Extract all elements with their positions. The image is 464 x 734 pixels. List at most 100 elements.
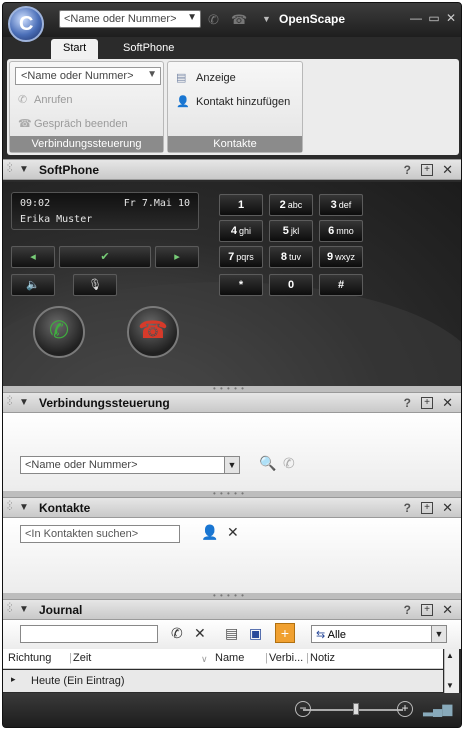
answer-call-button[interactable]: ✆: [33, 306, 85, 358]
close-panel-icon[interactable]: ✕: [442, 602, 453, 618]
journal-scrollbar[interactable]: ▲ ▼: [444, 649, 459, 693]
add-contact-button[interactable]: 👤 Kontakt hinzufügen: [176, 95, 290, 108]
softphone-panel: 09:02 Fr 7.Mai 10 Erika Muster ◂ ✔ ▸ 🔈 🎙…: [3, 182, 461, 482]
scroll-up-icon[interactable]: ▲: [446, 651, 454, 660]
keypad-key[interactable]: 6 mno: [319, 220, 363, 242]
end-call-button[interactable]: ☎ Gespräch beenden: [18, 117, 128, 130]
add-entry-icon[interactable]: +: [275, 623, 295, 643]
help-icon[interactable]: ?: [404, 163, 411, 177]
keypad-key[interactable]: 8 tuv: [269, 246, 313, 268]
red-handset-icon: ☎: [138, 317, 168, 344]
close-panel-icon[interactable]: ✕: [442, 500, 453, 516]
end-call-big-button[interactable]: ☎: [127, 306, 179, 358]
nav-right-button[interactable]: ▸: [155, 246, 199, 268]
chevron-down-icon[interactable]: ▼: [187, 12, 197, 23]
speaker-button[interactable]: 🔈: [11, 274, 55, 296]
zoom-in-button[interactable]: +: [397, 701, 413, 717]
collapse-icon[interactable]: ▼: [19, 502, 29, 513]
arrow-right-icon: ▸: [174, 251, 180, 263]
drag-grip-icon[interactable]: ⁘ ⁘: [6, 601, 14, 615]
keypad-key[interactable]: 2 abc: [269, 194, 313, 216]
sort-chevron-icon[interactable]: ∨: [201, 654, 208, 665]
journal-search-input[interactable]: [20, 625, 158, 643]
keypad-key[interactable]: 3 def: [319, 194, 363, 216]
call-icon[interactable]: ✆: [283, 455, 295, 472]
call-icon[interactable]: ✆: [171, 625, 183, 642]
zoom-out-button[interactable]: −: [295, 701, 311, 717]
maximize-panel-icon[interactable]: +: [421, 502, 433, 514]
column-divider: |: [69, 652, 72, 664]
phone-display: 09:02 Fr 7.Mai 10 Erika Muster: [11, 192, 199, 230]
add-contact-icon[interactable]: 👤: [201, 524, 218, 541]
tab-softphone[interactable]: SoftPhone: [111, 39, 186, 59]
keypad-key[interactable]: *: [219, 274, 263, 296]
speaker-icon: 🔈: [26, 279, 40, 291]
call-icon[interactable]: ✆: [208, 12, 219, 28]
zoom-slider-thumb[interactable]: [353, 703, 359, 715]
nav-left-button[interactable]: ◂: [11, 246, 55, 268]
drag-grip-icon[interactable]: ⁘ ⁘: [6, 394, 14, 408]
keypad-key[interactable]: 9 wxyz: [319, 246, 363, 268]
add-contact-label: Kontakt hinzufügen: [196, 96, 291, 108]
keypad-key[interactable]: 7 pqrs: [219, 246, 263, 268]
minimize-button[interactable]: —: [409, 11, 423, 25]
help-icon[interactable]: ?: [404, 501, 411, 515]
keypad-key[interactable]: 4 ghi: [219, 220, 263, 242]
contacts-search-input[interactable]: <In Kontakten suchen>: [20, 525, 180, 543]
tab-start[interactable]: Start: [51, 39, 99, 59]
mute-mic-icon: 🎙: [88, 279, 102, 291]
calendar-icon[interactable]: ▣: [249, 625, 262, 642]
hangup-icon[interactable]: ☎: [231, 12, 247, 28]
quick-dial-combo[interactable]: <Name oder Nummer> ▼: [59, 10, 201, 28]
contacts-panel-header: ⁘ ⁘ ▼ Kontakte ? + ✕: [3, 497, 461, 518]
maximize-button[interactable]: ▭: [427, 11, 441, 25]
keypad-key[interactable]: 5 jkl: [269, 220, 313, 242]
keypad-key[interactable]: #: [319, 274, 363, 296]
expand-icon[interactable]: ▸: [11, 674, 16, 685]
delete-icon[interactable]: ✕: [194, 625, 206, 642]
column-header-connection[interactable]: Verbi...: [269, 652, 303, 664]
chevron-down-icon[interactable]: ▼: [224, 457, 239, 473]
search-icon[interactable]: 🔍: [259, 455, 276, 472]
keypad-digit: 7: [228, 251, 235, 263]
mute-button[interactable]: 🎙: [73, 274, 117, 296]
column-header-note[interactable]: Notiz: [310, 652, 335, 664]
app-logo-button[interactable]: C: [8, 6, 44, 42]
maximize-panel-icon[interactable]: +: [421, 164, 433, 176]
call-button[interactable]: ✆ Anrufen: [18, 93, 73, 106]
maximize-panel-icon[interactable]: +: [421, 604, 433, 616]
clear-search-icon[interactable]: ✕: [227, 524, 239, 541]
keypad-letters: jkl: [290, 226, 300, 236]
collapse-icon[interactable]: ▼: [19, 397, 29, 408]
column-header-name[interactable]: Name: [215, 652, 244, 664]
view-button[interactable]: ▤ Anzeige: [176, 71, 236, 84]
connection-number-combo[interactable]: <Name oder Nummer> ▼: [20, 456, 240, 474]
help-icon[interactable]: ?: [404, 396, 411, 410]
journal-filter-select[interactable]: ⇆ Alle ▼: [311, 625, 447, 643]
collapse-icon[interactable]: ▼: [19, 164, 29, 175]
keypad-key[interactable]: 0: [269, 274, 313, 296]
close-button[interactable]: ✕: [444, 11, 458, 25]
journal-group-row[interactable]: ▸ Heute (Ein Eintrag): [3, 670, 443, 692]
confirm-button[interactable]: ✔: [59, 246, 151, 268]
view-label: Anzeige: [196, 72, 236, 84]
quick-access-menu-icon[interactable]: ▼: [262, 14, 271, 24]
title-bar: C <Name oder Nummer> ▼ ✆ ☎ ▼ OpenScape —…: [3, 3, 461, 42]
keypad-key[interactable]: 1: [219, 194, 263, 216]
collapse-icon[interactable]: ▼: [19, 604, 29, 615]
close-panel-icon[interactable]: ✕: [442, 395, 453, 411]
drag-grip-icon[interactable]: ⁘ ⁘: [6, 499, 14, 513]
details-icon[interactable]: ▤: [225, 625, 238, 642]
ribbon-number-combo[interactable]: <Name oder Nummer> ▼: [15, 67, 161, 85]
scroll-down-icon[interactable]: ▼: [446, 681, 454, 690]
maximize-panel-icon[interactable]: +: [421, 397, 433, 409]
column-header-time[interactable]: Zeit: [73, 652, 91, 664]
chevron-down-icon[interactable]: ▼: [431, 626, 446, 642]
drag-grip-icon[interactable]: ⁘ ⁘: [6, 161, 14, 175]
column-header-direction[interactable]: Richtung: [8, 652, 51, 664]
chevron-down-icon[interactable]: ▼: [147, 69, 157, 80]
keypad-letters: ghi: [239, 226, 252, 236]
keypad-digit: 6: [328, 225, 335, 237]
close-panel-icon[interactable]: ✕: [442, 162, 453, 178]
help-icon[interactable]: ?: [404, 603, 411, 617]
